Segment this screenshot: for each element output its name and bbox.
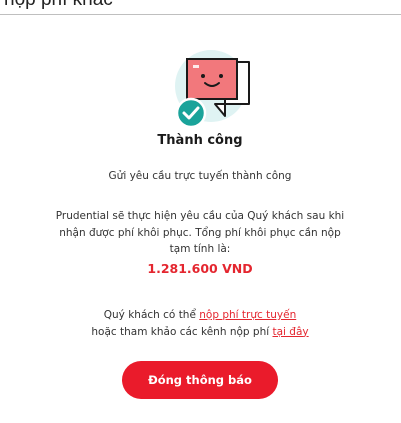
payment-info: Quý khách có thể nộp phí trực tuyến hoặc… [7,307,393,340]
page: nộp phí khác Thành công Gửi yêu cầu trực… [0,0,401,423]
payment-channels-prefix: hoặc tham khảo các kênh nộp phí [91,325,273,338]
close-notification-button[interactable]: Đóng thông báo [122,361,278,399]
background-page-title: nộp phí khác [4,0,113,11]
message-line-1: Prudential sẽ thực hiện yêu cầu của Quý … [55,210,345,222]
message-line-3: tạm tính là: [169,243,231,255]
success-dialog: Thành công Gửi yêu cầu trực tuyến thành … [7,18,393,408]
online-payment-link[interactable]: nộp phí trực tuyến [199,309,296,321]
payment-info-line-2: hoặc tham khảo các kênh nộp phí tại đây [7,324,393,341]
payment-info-prefix: Quý khách có thể [103,309,200,321]
dialog-message: Prudential sẽ thực hiện yêu cầu của Quý … [39,208,361,258]
payment-info-line-1: Quý khách có thể nộp phí trực tuyến [7,307,393,324]
dialog-title: Thành công [157,133,243,148]
dialog-subtitle: Gửi yêu cầu trực tuyến thành công [108,170,292,182]
fee-amount: 1.281.600 VND [147,261,253,276]
success-chat-icon [175,50,250,129]
message-line-2: nhận được phí khôi phục. Tổng phí khôi p… [59,226,341,239]
here-link[interactable]: tại đây [273,326,309,338]
background-divider [0,14,401,15]
